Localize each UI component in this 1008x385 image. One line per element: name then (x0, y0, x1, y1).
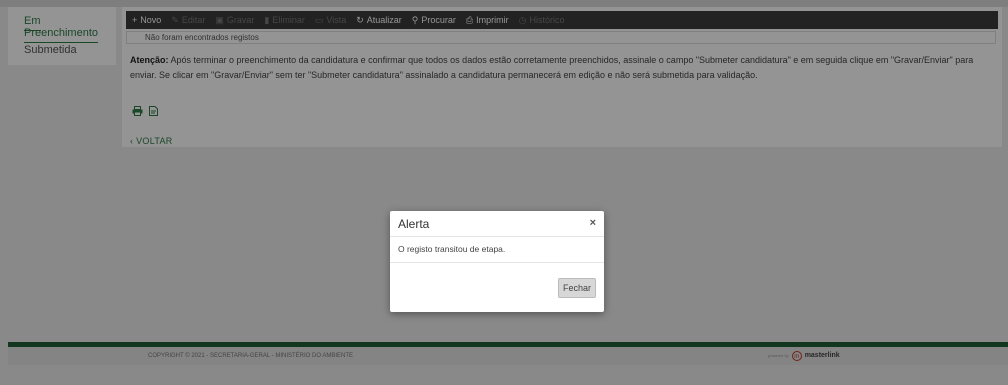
alert-dialog: Alerta × O registo transitou de etapa. F… (390, 211, 604, 312)
dialog-footer: Fechar (390, 263, 604, 312)
dialog-title: Alerta (398, 217, 430, 231)
dialog-header: Alerta × (390, 211, 604, 237)
close-icon[interactable]: × (590, 217, 596, 229)
close-button[interactable]: Fechar (558, 278, 596, 298)
dialog-message: O registo transitou de etapa. (390, 237, 604, 263)
modal-backdrop[interactable] (0, 0, 1008, 385)
